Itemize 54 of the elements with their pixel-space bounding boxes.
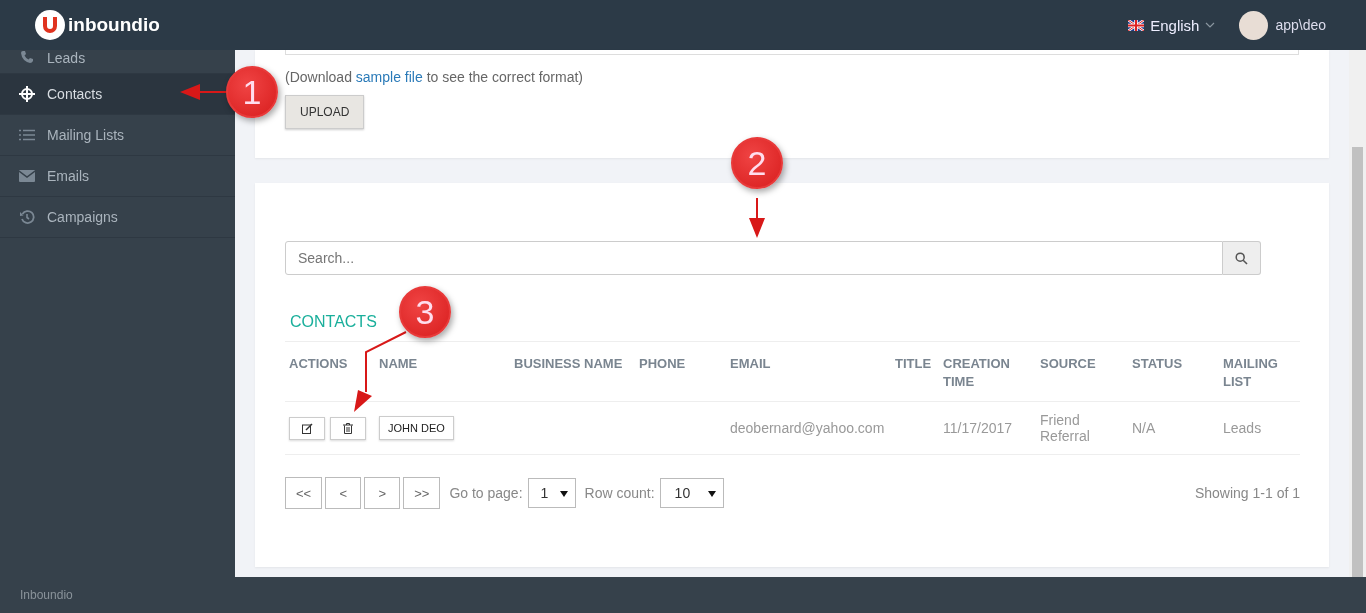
sidebar-item[interactable]: Contacts (0, 74, 235, 115)
row-count-select[interactable]: 10 (659, 478, 724, 508)
table-cell: Friend Referral (1040, 412, 1090, 444)
history-icon (19, 210, 35, 224)
contact-name-button[interactable]: JOHN DEO (379, 416, 454, 440)
trash-icon (343, 422, 353, 434)
chevron-down-icon (1205, 22, 1216, 28)
sample-file-link[interactable]: sample file (355, 69, 423, 85)
column-header: EMAIL (730, 356, 771, 371)
column-header: SOURCE (1040, 356, 1096, 371)
upload-button[interactable]: UPLOAD (285, 95, 365, 129)
table-cell: 11/17/2017 (943, 420, 1013, 436)
envelope-icon (19, 170, 35, 182)
file-input-field[interactable] (285, 50, 1299, 55)
crosshair-icon (19, 86, 35, 102)
results-summary: Showing 1-1 of 1 (1194, 485, 1300, 501)
search-icon[interactable] (1223, 241, 1261, 275)
avatar-icon (1239, 10, 1269, 40)
logo-text: inboundio (68, 14, 160, 36)
phone-icon (19, 50, 35, 64)
column-header: CREATION TIME (943, 356, 1010, 389)
page-select[interactable]: 1 (527, 478, 576, 508)
magnet-logo-icon (34, 9, 66, 41)
sidebar-item[interactable]: Emails (0, 156, 235, 197)
page-label: Go to page: (449, 485, 523, 501)
footer-text: Inboundio (20, 588, 73, 602)
annotation-arrow (749, 197, 765, 238)
column-header: ACTIONS (289, 356, 348, 371)
edit-button[interactable] (289, 416, 325, 440)
column-header: MAILING LIST (1223, 356, 1278, 389)
download-note: (Download sample file to see the correct format) (285, 69, 585, 85)
column-header: BUSINESS NAME (514, 356, 623, 371)
column-header: STATUS (1132, 356, 1183, 371)
annotation-arrow (180, 84, 227, 100)
table-cell: Leads (1223, 420, 1262, 436)
search-field[interactable]: Search... (285, 241, 1223, 275)
page-nav-button[interactable]: < (325, 477, 362, 509)
contacts-heading: CONTACTS (290, 313, 378, 331)
page-nav-button[interactable]: << (285, 477, 323, 509)
pencil-icon (301, 422, 313, 434)
row-count-label: Row count: (584, 485, 655, 501)
table-cell: deobernard@yahoo.com (730, 420, 885, 436)
table-cell: N/A (1132, 420, 1156, 436)
column-header: TITLE (895, 356, 932, 371)
column-header: PHONE (639, 356, 686, 371)
column-header: NAME (379, 356, 418, 371)
list-icon (19, 129, 35, 141)
language-dropdown[interactable]: English (1128, 16, 1216, 34)
delete-button[interactable] (330, 416, 366, 440)
page-nav-button[interactable]: > (364, 477, 401, 509)
flag-icon (1128, 19, 1145, 31)
user-menu[interactable]: app\deo (1239, 10, 1326, 40)
page-nav-button[interactable]: >> (403, 477, 441, 509)
scrollbar[interactable] (1349, 50, 1366, 577)
